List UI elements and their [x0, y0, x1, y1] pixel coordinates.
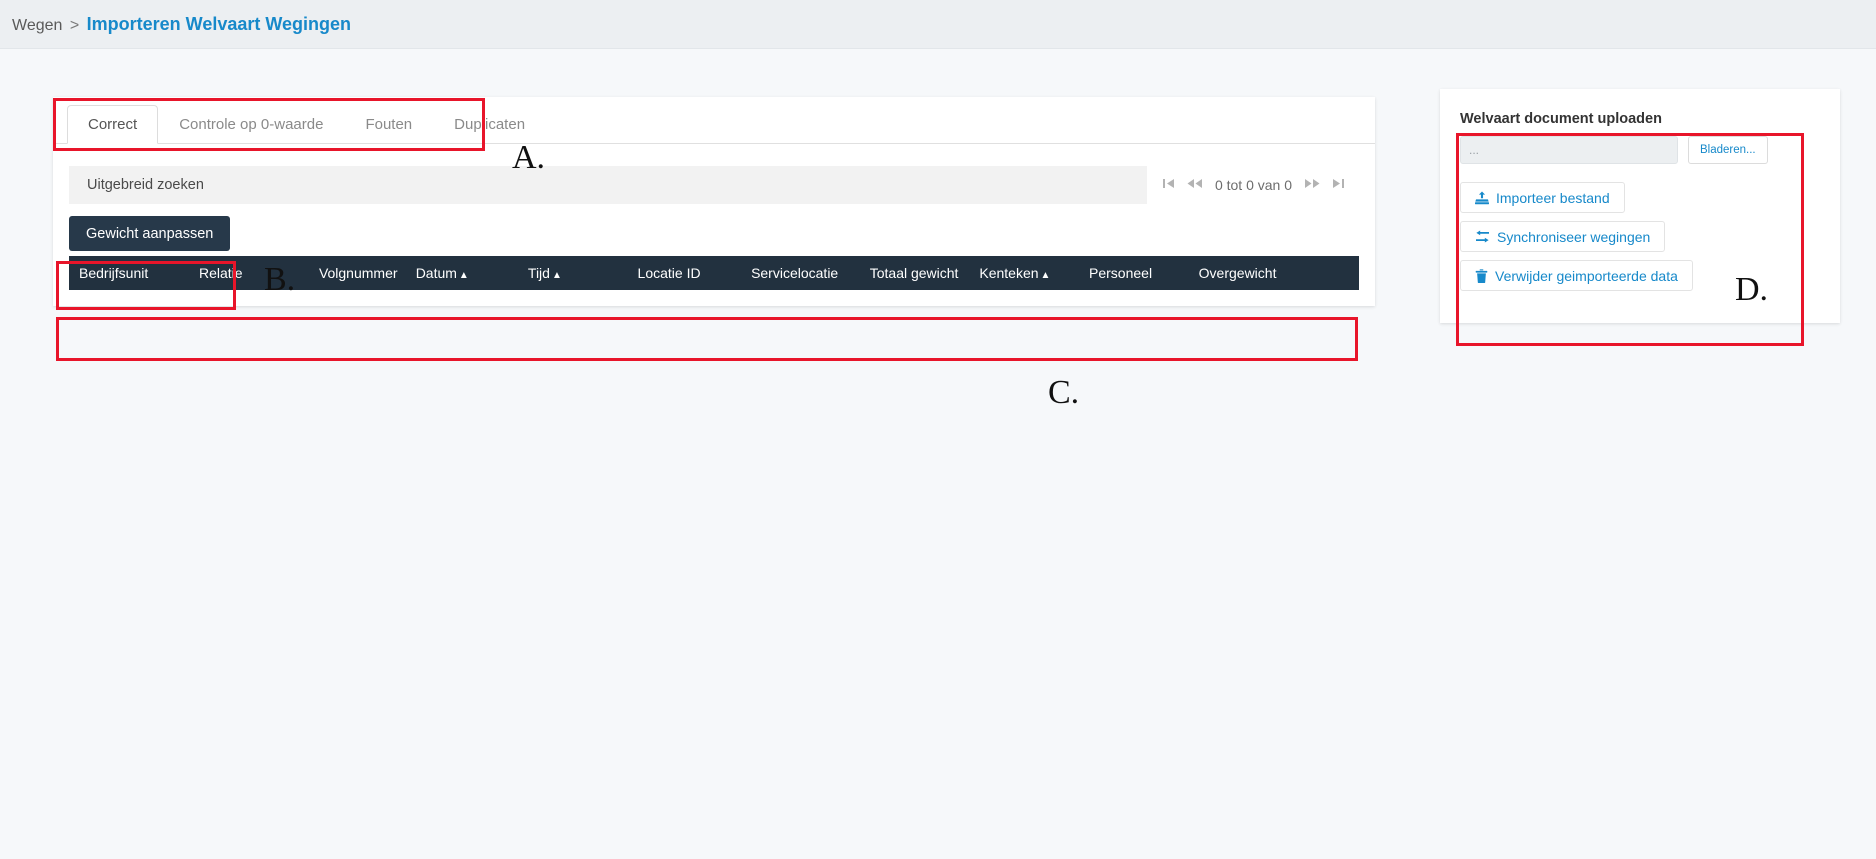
column-header-bedrijfsunit[interactable]: Bedrijfsunit: [69, 256, 189, 290]
advanced-search-bar[interactable]: Uitgebreid zoeken: [69, 166, 1147, 204]
pagination-last-icon[interactable]: [1332, 177, 1345, 194]
pagination-previous-icon[interactable]: [1187, 177, 1203, 194]
table-header-row: Bedrijfsunit Relatie Volgnummer Datum ▲ T…: [69, 256, 1359, 290]
delete-action-row: Verwijder geimporteerde data: [1460, 260, 1820, 299]
tab-correct-label: Correct: [88, 116, 138, 133]
import-action-row: Importeer bestand: [1460, 182, 1820, 221]
upload-icon: [1475, 190, 1489, 205]
column-header-volgnummer[interactable]: Volgnummer: [309, 256, 406, 290]
exchange-icon: [1475, 230, 1490, 243]
search-and-pagination-row: Uitgebreid zoeken 0 tot 0 van 0: [69, 166, 1359, 204]
column-label: Servicelocatie: [751, 265, 839, 281]
sort-ascending-icon: ▲: [1040, 270, 1051, 281]
file-select-row: Bladeren...: [1460, 136, 1820, 164]
tab-fouten[interactable]: Fouten: [344, 105, 433, 144]
column-header-overgewicht[interactable]: Overgewicht: [1189, 256, 1359, 290]
adjust-weight-button[interactable]: Gewicht aanpassen: [69, 216, 231, 251]
top-header-bar: Wegen > Importeren Welvaart Wegingen: [0, 0, 1876, 49]
column-label: Volgnummer: [318, 265, 398, 281]
sort-ascending-icon: ▲: [551, 270, 562, 281]
advanced-search-label: Uitgebreid zoeken: [87, 177, 204, 193]
column-header-servicelocatie[interactable]: Servicelocatie: [741, 256, 860, 290]
column-header-datum[interactable]: Datum ▲: [406, 256, 518, 290]
sort-ascending-icon: ▲: [458, 270, 469, 281]
breadcrumb-separator: >: [69, 16, 80, 34]
column-label: Personeel: [1089, 265, 1153, 281]
column-header-totaal-gewicht[interactable]: Totaal gewicht: [860, 256, 970, 290]
upload-panel-title: Welvaart document uploaden: [1460, 111, 1662, 127]
column-label: Tijd: [527, 265, 550, 281]
delete-imported-data-label: Verwijder geimporteerde data: [1495, 267, 1678, 284]
column-header-kenteken[interactable]: Kenteken ▲: [969, 256, 1079, 290]
tab-duplicaten-label: Duplicaten: [454, 116, 526, 133]
main-content-card: Correct Controle op 0-waarde Fouten Dupl…: [53, 97, 1375, 306]
pagination-info: 0 tot 0 van 0: [1214, 177, 1292, 193]
file-path-input[interactable]: [1460, 136, 1678, 164]
column-label: Bedrijfsunit: [79, 265, 149, 281]
column-header-tijd[interactable]: Tijd ▲: [518, 256, 628, 290]
pagination-first-icon[interactable]: [1162, 177, 1175, 194]
annotation-letter-c: C.: [1048, 374, 1080, 411]
upload-panel-actions: Importeer bestand Synchroniseer wegingen: [1460, 182, 1820, 299]
sync-action-row: Synchroniseer wegingen: [1460, 221, 1820, 260]
results-table-container: Bedrijfsunit Relatie Volgnummer Datum ▲ T…: [53, 256, 1375, 306]
breadcrumb-item-wegen[interactable]: Wegen: [12, 17, 62, 34]
sync-weighings-label: Synchroniseer wegingen: [1497, 228, 1651, 245]
delete-imported-data-button[interactable]: Verwijder geimporteerde data: [1460, 260, 1693, 291]
tab-controle-op-0-waarde[interactable]: Controle op 0-waarde: [158, 105, 344, 144]
breadcrumb: Wegen > Importeren Welvaart Wegingen: [12, 14, 351, 35]
import-file-label: Importeer bestand: [1496, 189, 1610, 206]
column-label: Datum: [415, 265, 457, 281]
table-head: Bedrijfsunit Relatie Volgnummer Datum ▲ T…: [69, 256, 1359, 290]
column-header-locatie-id[interactable]: Locatie ID: [628, 256, 742, 290]
tab-correct[interactable]: Correct: [67, 105, 159, 144]
sync-weighings-button[interactable]: Synchroniseer wegingen: [1460, 221, 1666, 252]
page-body: Correct Controle op 0-waarde Fouten Dupl…: [0, 49, 1876, 859]
trash-icon: [1475, 268, 1488, 283]
column-label: Kenteken: [979, 265, 1039, 281]
column-label: Totaal gewicht: [869, 265, 959, 281]
tab-duplicaten[interactable]: Duplicaten: [433, 105, 546, 144]
weighings-table: Bedrijfsunit Relatie Volgnummer Datum ▲ T…: [69, 256, 1359, 290]
column-label: Overgewicht: [1198, 265, 1277, 281]
column-label: Locatie ID: [637, 265, 701, 281]
column-header-relatie[interactable]: Relatie: [189, 256, 309, 290]
upload-panel-card: Welvaart document uploaden Bladeren... I…: [1440, 89, 1840, 323]
pagination-controls: 0 tot 0 van 0: [1162, 166, 1345, 204]
column-header-personeel[interactable]: Personeel: [1079, 256, 1189, 290]
table-toolbar: Gewicht aanpassen: [53, 204, 1375, 256]
pagination-next-icon[interactable]: [1304, 177, 1320, 194]
tab-bar: Correct Controle op 0-waarde Fouten Dupl…: [53, 97, 1375, 144]
breadcrumb-current-page: Importeren Welvaart Wegingen: [86, 13, 352, 34]
tab-controle-label: Controle op 0-waarde: [179, 116, 324, 133]
browse-button[interactable]: Bladeren...: [1688, 136, 1768, 164]
annotation-box-c: [56, 317, 1358, 361]
import-file-button[interactable]: Importeer bestand: [1460, 182, 1625, 213]
column-label: Relatie: [198, 265, 243, 281]
tab-fouten-label: Fouten: [365, 116, 413, 133]
